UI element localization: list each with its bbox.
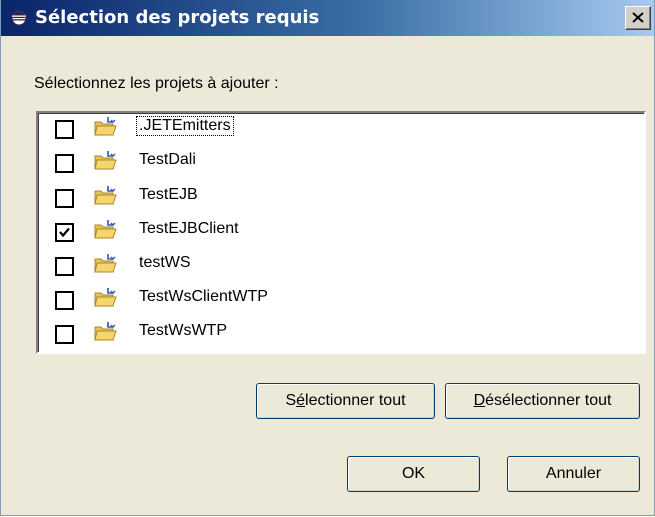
eclipse-icon [11,10,27,26]
deselect-all-button[interactable]: Désélectionner tout [445,383,640,419]
project-checkbox[interactable] [55,189,74,208]
project-checkbox[interactable] [55,325,74,344]
list-item[interactable]: TestEJBClient [55,219,615,247]
ok-button[interactable]: OK [347,456,480,492]
project-name: TestWsWTP [139,322,227,339]
project-list[interactable]: .JETEmitters TestDali TestEJB TestEJBClient… [36,111,646,354]
cancel-label: Annuler [545,465,602,482]
open-folder-icon [94,321,118,343]
list-item[interactable]: TestEJB [55,185,615,213]
title-bar[interactable]: Sélection des projets requis [1,0,654,36]
prompt-label: Sélectionnez les projets à ajouter : [34,75,279,92]
list-item[interactable]: TestDali [55,150,615,178]
list-item[interactable]: TestWsClientWTP [55,287,615,315]
project-name: .JETEmitters [136,116,234,136]
close-icon [632,12,644,23]
project-name: TestEJB [139,186,198,203]
cancel-button[interactable]: Annuler [507,456,640,492]
select-all-mnemonic: é [296,392,306,409]
open-folder-icon [94,150,118,172]
open-folder-icon [94,253,118,275]
project-name: testWS [139,254,191,271]
window-title: Sélection des projets requis [35,7,320,28]
project-checkbox[interactable] [55,257,74,276]
open-folder-icon [94,219,118,241]
project-name: TestWsClientWTP [139,288,268,305]
deselect-all-rest: ésélectionner tout [485,392,612,409]
select-all-button[interactable]: Sé lectionner tout [256,383,435,419]
select-all-prefix: S [285,392,297,409]
list-item[interactable]: testWS [55,253,615,281]
list-item[interactable]: .JETEmitters [55,116,615,144]
dialog-window: Sélection des projets requis Sélectionne… [0,0,655,516]
open-folder-icon [94,287,118,309]
open-folder-icon [94,116,118,138]
project-checkbox[interactable] [55,223,74,242]
checkmark-icon [59,227,70,238]
project-name: TestEJBClient [139,220,239,237]
project-checkbox[interactable] [55,120,74,139]
project-name: TestDali [139,151,196,168]
ok-label: OK [401,465,426,482]
project-checkbox[interactable] [55,154,74,173]
select-all-rest: lectionner tout [305,392,406,409]
list-item[interactable]: TestWsWTP [55,321,615,349]
deselect-all-mnemonic: D [473,392,486,409]
open-folder-icon [94,185,118,207]
project-checkbox[interactable] [55,291,74,310]
close-button[interactable] [625,6,651,30]
